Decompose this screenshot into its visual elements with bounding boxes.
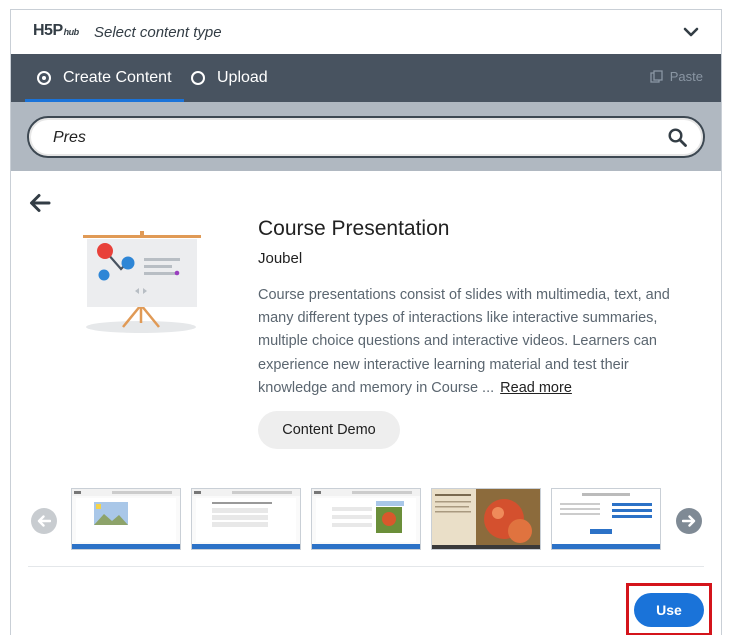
screenshot-thumbnail-4[interactable] bbox=[431, 488, 541, 550]
course-presentation-icon bbox=[83, 231, 201, 333]
tab-label: Create Content bbox=[63, 69, 172, 86]
screenshot-thumbnail-2[interactable] bbox=[191, 488, 301, 550]
slide-preview-image bbox=[312, 489, 420, 549]
use-button[interactable]: Use bbox=[634, 593, 704, 627]
search-input[interactable]: Pres bbox=[27, 116, 705, 158]
search-icon[interactable] bbox=[668, 128, 687, 147]
hub-header[interactable]: H5Phub Select content type bbox=[11, 10, 721, 54]
slide-preview-image bbox=[432, 489, 540, 549]
tab-upload[interactable]: Upload bbox=[191, 54, 268, 102]
chevron-down-icon[interactable] bbox=[683, 24, 699, 40]
screenshot-thumbnail-5[interactable] bbox=[551, 488, 661, 550]
search-band: Pres bbox=[11, 102, 721, 171]
content-demo-button[interactable]: Content Demo bbox=[258, 411, 400, 449]
logo-sub: hub bbox=[63, 27, 80, 37]
panel-title: Select content type bbox=[94, 24, 222, 41]
carousel-prev-button[interactable] bbox=[31, 508, 57, 534]
carousel-next-button[interactable] bbox=[676, 508, 702, 534]
paste-label: Paste bbox=[669, 69, 703, 84]
logo-main: H5P bbox=[33, 22, 63, 39]
slide-preview-image bbox=[72, 489, 180, 549]
divider bbox=[28, 566, 704, 567]
description-text: Course presentations consist of slides w… bbox=[258, 287, 670, 396]
slide-preview-image bbox=[192, 489, 300, 549]
arrow-right-icon bbox=[682, 515, 696, 527]
slide-preview-image bbox=[552, 489, 660, 549]
copy-icon bbox=[650, 70, 663, 83]
arrow-left-icon bbox=[37, 515, 51, 527]
tab-create-content[interactable]: Create Content bbox=[25, 54, 184, 102]
tab-label: Upload bbox=[217, 69, 268, 86]
paste-button[interactable]: Paste bbox=[650, 69, 703, 84]
tab-bar: Create Content Upload Paste bbox=[11, 54, 721, 102]
h5p-hub-logo: H5Phub bbox=[33, 22, 79, 40]
content-type-title: Course Presentation bbox=[258, 217, 450, 240]
screenshot-thumbnail-1[interactable] bbox=[71, 488, 181, 550]
radio-unselected-icon bbox=[191, 71, 205, 85]
radio-selected-icon bbox=[37, 71, 51, 85]
search-value: Pres bbox=[53, 129, 86, 146]
screenshot-carousel bbox=[11, 486, 721, 551]
h5p-hub-panel: H5Phub Select content type Create Conten… bbox=[10, 9, 722, 635]
back-arrow-icon[interactable] bbox=[29, 193, 51, 213]
content-type-description: Course presentations consist of slides w… bbox=[258, 284, 688, 400]
highlight-box: Use bbox=[626, 583, 712, 635]
read-more-link[interactable]: Read more bbox=[500, 380, 572, 396]
content-type-owner: Joubel bbox=[258, 250, 303, 267]
screenshot-thumbnail-3[interactable] bbox=[311, 488, 421, 550]
